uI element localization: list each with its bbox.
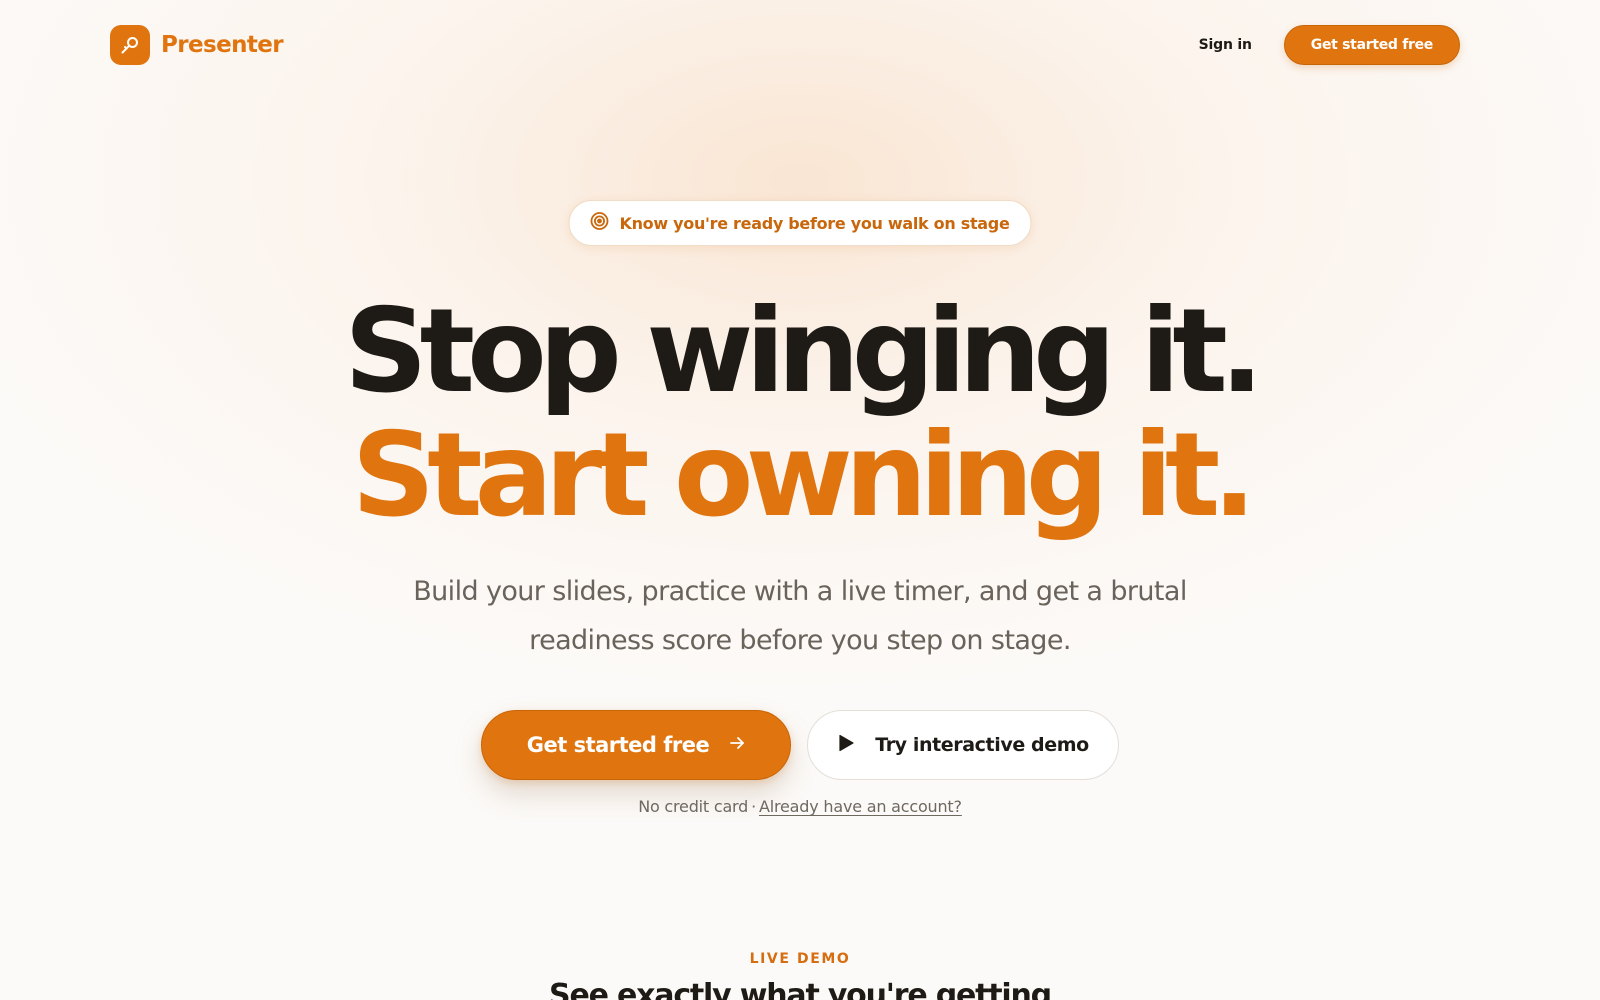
- landing-page: Presenter Sign in Get started free Know …: [0, 0, 1600, 1000]
- arrow-right-icon: [729, 732, 745, 756]
- tagline-text: Know you're ready before you walk on sta…: [619, 213, 1010, 233]
- hero-headline: Stop winging it. Start owning it.: [0, 290, 1600, 538]
- footnote-separator: ·: [751, 797, 757, 816]
- tagline-pill: Know you're ready before you walk on sta…: [568, 200, 1032, 246]
- headline-line-2: Start owning it.: [351, 408, 1257, 543]
- live-demo-title: See exactly what you're getting: [549, 978, 1052, 1000]
- already-have-account-link[interactable]: Already have an account?: [759, 797, 962, 816]
- get-started-button[interactable]: Get started free: [481, 710, 791, 780]
- try-demo-button[interactable]: Try interactive demo: [807, 710, 1119, 780]
- header-nav: Sign in Get started free: [1199, 25, 1460, 65]
- site-header: Presenter Sign in Get started free: [0, 0, 1600, 90]
- get-started-label: Get started free: [526, 733, 710, 757]
- try-demo-label: Try interactive demo: [875, 734, 1089, 756]
- header-get-started-button[interactable]: Get started free: [1283, 25, 1460, 65]
- live-demo-eyebrow: LIVE DEMO: [749, 951, 851, 967]
- target-icon: [589, 211, 609, 235]
- no-credit-card-text: No credit card: [638, 797, 749, 816]
- brand-logo-link[interactable]: Presenter: [110, 25, 284, 65]
- brand-name: Presenter: [161, 32, 284, 58]
- sign-in-link[interactable]: Sign in: [1199, 37, 1252, 53]
- headline-line-1: Stop winging it.: [344, 284, 1264, 419]
- hero-subheadline: Build your slides, practice with a live …: [413, 576, 1187, 656]
- microphone-icon: [110, 25, 150, 65]
- hero-cta-row: Get started free Try interactive demo: [0, 710, 1600, 780]
- play-icon: [837, 734, 855, 757]
- cta-footnote: No credit card · Already have an account?: [0, 797, 1600, 816]
